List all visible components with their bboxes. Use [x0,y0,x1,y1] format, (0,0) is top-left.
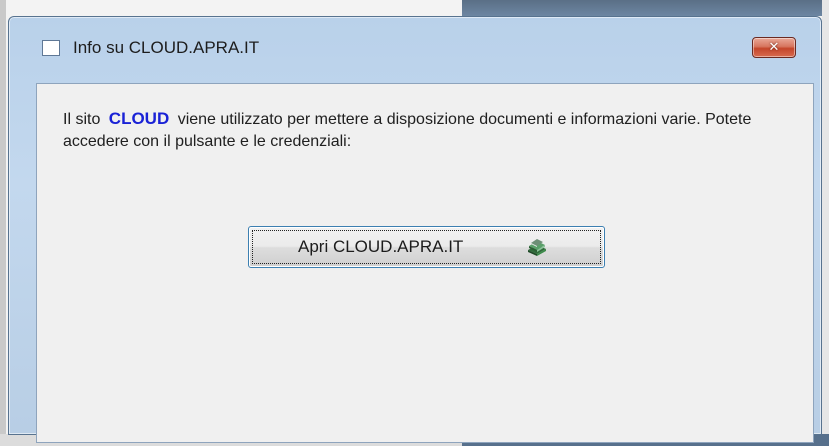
dialog-content: Il sito CLOUD viene utilizzato per mette… [36,83,814,443]
open-cloud-button-label: Apri CLOUD.APRA.IT [298,237,464,256]
desktop-background-left [0,0,6,446]
desktop-background-right [822,0,829,446]
open-cloud-button[interactable]: Apri CLOUD.APRA.IT [248,226,605,268]
info-message: Il sito CLOUD viene utilizzato per mette… [63,108,783,153]
message-prefix: Il sito [63,111,101,128]
window-app-icon [42,40,60,56]
close-button[interactable]: ✕ [752,37,796,58]
brand-name: CLOUD [108,109,170,128]
window-title: Info su CLOUD.APRA.IT [73,38,260,57]
close-icon: ✕ [768,40,780,55]
book-stack-icon [528,239,546,256]
info-dialog: Info su CLOUD.APRA.IT ✕ Il sito CLOUD vi… [8,16,822,443]
title-bar[interactable]: Info su CLOUD.APRA.IT ✕ [9,17,821,63]
desktop-background-top [462,0,829,16]
